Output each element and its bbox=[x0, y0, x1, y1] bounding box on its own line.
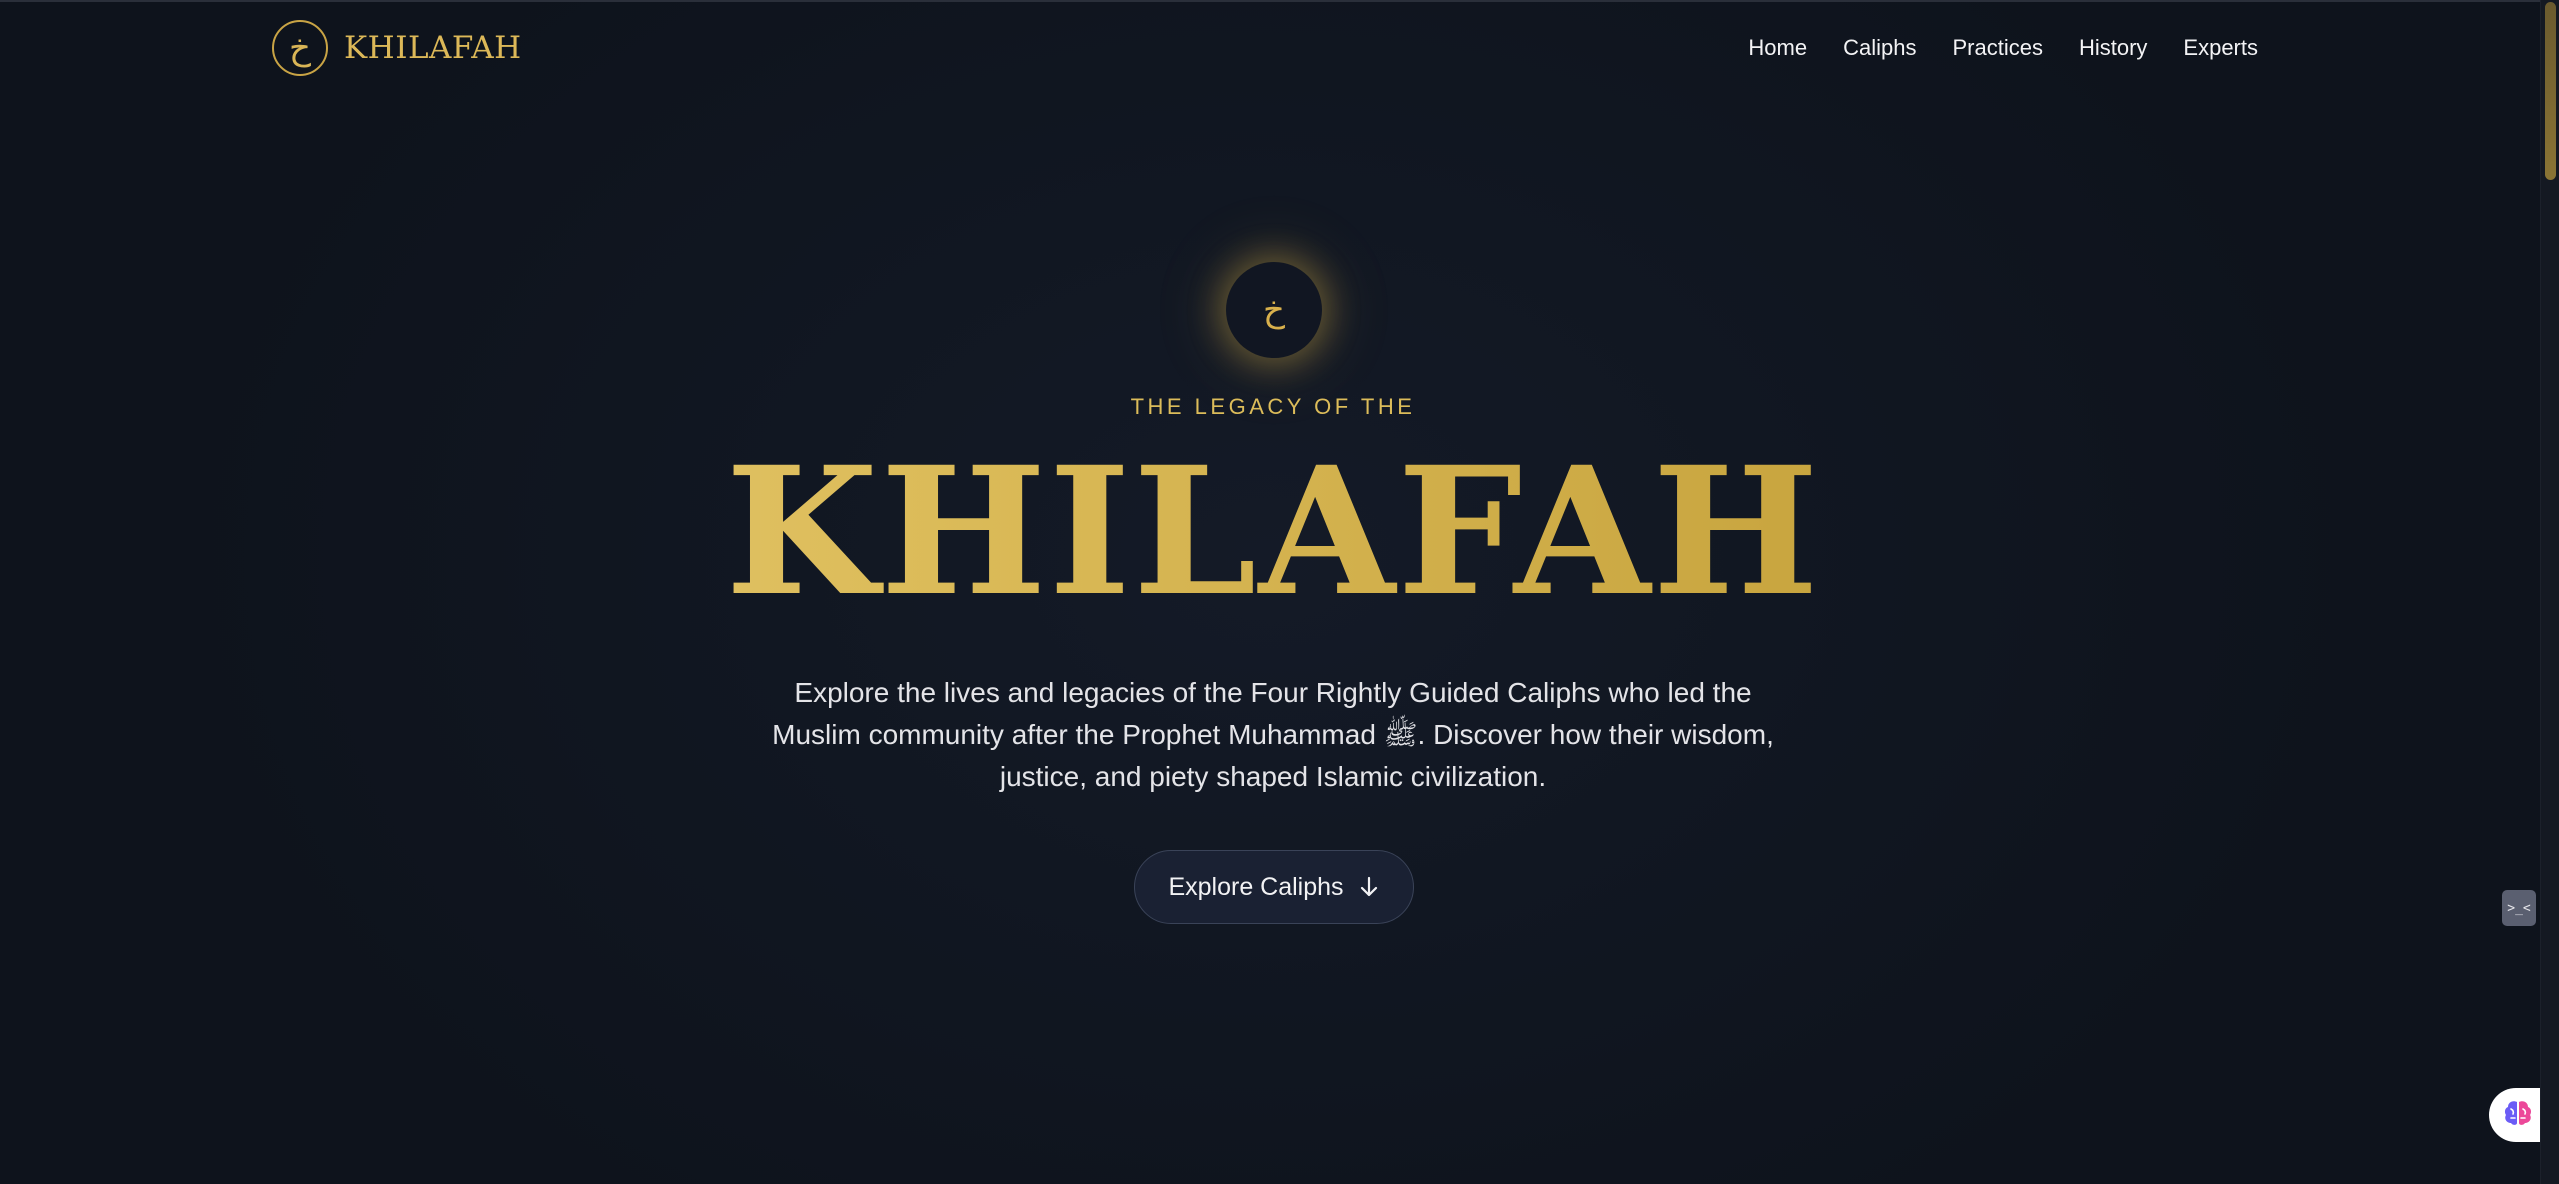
hero-eyebrow: THE LEGACY OF THE bbox=[1130, 394, 1416, 419]
cta-label: Explore Caliphs bbox=[1168, 872, 1344, 901]
vertical-scrollbar[interactable] bbox=[2540, 0, 2559, 1184]
side-widget[interactable]: >_< bbox=[2502, 890, 2536, 926]
logo-text: KHILAFAH bbox=[344, 30, 522, 66]
logo-mark: خ bbox=[272, 20, 328, 76]
nav-experts[interactable]: Experts bbox=[2183, 35, 2258, 61]
arrow-down-icon bbox=[1358, 874, 1380, 900]
logo-link[interactable]: خ KHILAFAH bbox=[272, 18, 522, 78]
hero-title: KHILAFAH bbox=[0, 432, 2546, 632]
nav-home[interactable]: Home bbox=[1748, 35, 1807, 61]
nav-history[interactable]: History bbox=[2079, 35, 2147, 61]
brain-widget[interactable] bbox=[2489, 1088, 2547, 1142]
brain-icon bbox=[2503, 1099, 2533, 1131]
page: خ KHILAFAH Home Caliphs Practices Histor… bbox=[0, 0, 2559, 1184]
site-header: خ KHILAFAH Home Caliphs Practices Histor… bbox=[0, 0, 2540, 96]
hero-description: Explore the lives and legacies of the Fo… bbox=[772, 677, 1774, 792]
nav-caliphs[interactable]: Caliphs bbox=[1843, 35, 1916, 61]
main-nav: Home Caliphs Practices History Experts bbox=[1748, 30, 2258, 66]
nav-practices[interactable]: Practices bbox=[1952, 35, 2042, 61]
hero-emblem: خ bbox=[1226, 262, 1322, 358]
scroll-thumb[interactable] bbox=[2545, 2, 2556, 180]
explore-caliphs-button[interactable]: Explore Caliphs bbox=[1134, 850, 1414, 924]
